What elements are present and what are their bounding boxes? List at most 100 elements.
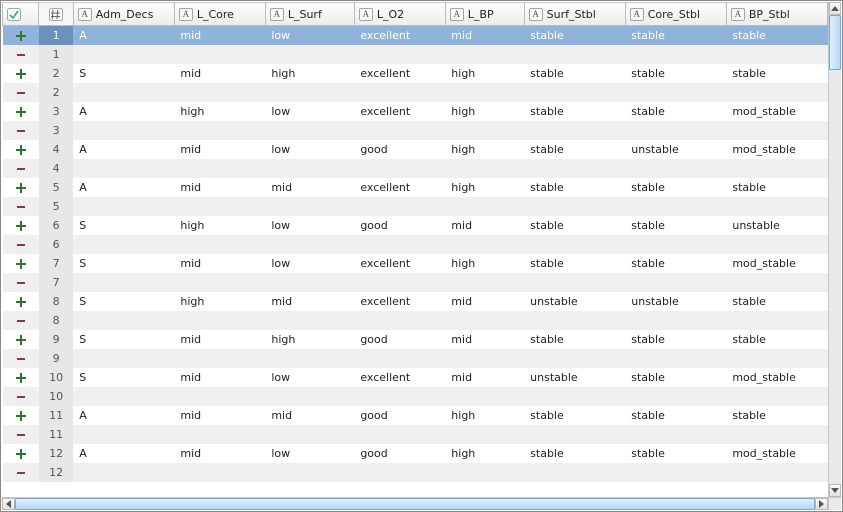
cell-Core_Stbl[interactable] <box>625 311 726 330</box>
cell-L_Surf[interactable] <box>265 311 354 330</box>
cell-L_BP[interactable]: mid <box>445 292 524 311</box>
cell-Surf_Stbl[interactable] <box>524 235 625 254</box>
cell-L_BP[interactable]: mid <box>445 368 524 387</box>
cell-L_Surf[interactable]: mid <box>265 292 354 311</box>
row-mark[interactable] <box>3 425 39 444</box>
cell-Adm_Decs[interactable] <box>73 311 174 330</box>
cell-Surf_Stbl[interactable] <box>524 463 625 482</box>
cell-Core_Stbl[interactable]: stable <box>625 26 726 45</box>
data-table[interactable]: AAdm_DecsAL_CoreAL_SurfAL_O2AL_BPASurf_S… <box>2 2 828 482</box>
cell-L_O2[interactable] <box>354 387 445 406</box>
cell-Surf_Stbl[interactable]: stable <box>524 254 625 273</box>
table-row[interactable]: 7Smidlowexcellenthighstablestablemod_sta… <box>3 254 828 273</box>
cell-BP_Stbl[interactable] <box>726 425 827 444</box>
cell-Adm_Decs[interactable]: S <box>73 368 174 387</box>
table-row[interactable]: 9Smidhighgoodmidstablestablestable <box>3 330 828 349</box>
cell-L_BP[interactable]: high <box>445 178 524 197</box>
cell-L_Core[interactable]: mid <box>174 140 265 159</box>
cell-L_Surf[interactable] <box>265 463 354 482</box>
cell-Adm_Decs[interactable]: A <box>73 444 174 463</box>
table-row[interactable]: 11 <box>3 425 828 444</box>
scroll-right-button[interactable] <box>815 498 828 510</box>
cell-Core_Stbl[interactable] <box>625 235 726 254</box>
cell-L_Surf[interactable]: high <box>265 330 354 349</box>
cell-L_Core[interactable]: mid <box>174 330 265 349</box>
cell-Surf_Stbl[interactable]: unstable <box>524 368 625 387</box>
cell-BP_Stbl[interactable]: stable <box>726 330 827 349</box>
cell-Surf_Stbl[interactable]: stable <box>524 26 625 45</box>
cell-BP_Stbl[interactable] <box>726 83 827 102</box>
cell-L_Surf[interactable]: low <box>265 102 354 121</box>
cell-Core_Stbl[interactable]: unstable <box>625 292 726 311</box>
cell-Adm_Decs[interactable] <box>73 45 174 64</box>
cell-Core_Stbl[interactable] <box>625 463 726 482</box>
table-row[interactable]: 2Smidhighexcellenthighstablestablestable <box>3 64 828 83</box>
cell-L_O2[interactable] <box>354 463 445 482</box>
cell-L_Core[interactable] <box>174 197 265 216</box>
cell-L_O2[interactable]: excellent <box>354 178 445 197</box>
table-row[interactable]: 5Amidmidexcellenthighstablestablestable <box>3 178 828 197</box>
row-mark[interactable] <box>3 140 39 159</box>
cell-BP_Stbl[interactable]: mod_stable <box>726 368 827 387</box>
cell-Adm_Decs[interactable] <box>73 235 174 254</box>
cell-Adm_Decs[interactable]: S <box>73 254 174 273</box>
cell-Core_Stbl[interactable] <box>625 387 726 406</box>
table-row[interactable]: 7 <box>3 273 828 292</box>
cell-L_Surf[interactable]: low <box>265 26 354 45</box>
row-mark[interactable] <box>3 121 39 140</box>
cell-L_Core[interactable] <box>174 83 265 102</box>
cell-L_Core[interactable]: mid <box>174 64 265 83</box>
cell-Surf_Stbl[interactable] <box>524 45 625 64</box>
row-mark[interactable] <box>3 45 39 64</box>
row-mark[interactable] <box>3 311 39 330</box>
cell-L_Surf[interactable] <box>265 387 354 406</box>
table-row[interactable]: 1Amidlowexcellentmidstablestablestable <box>3 26 828 45</box>
cell-Adm_Decs[interactable]: S <box>73 330 174 349</box>
vscroll-track[interactable] <box>829 15 841 484</box>
cell-L_O2[interactable]: good <box>354 406 445 425</box>
row-mark[interactable] <box>3 349 39 368</box>
cell-BP_Stbl[interactable] <box>726 463 827 482</box>
cell-L_BP[interactable] <box>445 197 524 216</box>
row-mark[interactable] <box>3 178 39 197</box>
cell-L_O2[interactable]: good <box>354 216 445 235</box>
cell-BP_Stbl[interactable]: mod_stable <box>726 444 827 463</box>
table-row[interactable]: 10 <box>3 387 828 406</box>
header-BP_Stbl[interactable]: ABP_Stbl <box>726 3 827 26</box>
cell-L_BP[interactable] <box>445 425 524 444</box>
vertical-scrollbar[interactable] <box>828 2 841 497</box>
cell-L_O2[interactable] <box>354 425 445 444</box>
cell-BP_Stbl[interactable] <box>726 273 827 292</box>
cell-L_O2[interactable]: excellent <box>354 292 445 311</box>
cell-L_O2[interactable] <box>354 311 445 330</box>
cell-BP_Stbl[interactable]: stable <box>726 64 827 83</box>
cell-L_O2[interactable] <box>354 235 445 254</box>
cell-Surf_Stbl[interactable] <box>524 273 625 292</box>
cell-L_Surf[interactable]: low <box>265 140 354 159</box>
cell-Adm_Decs[interactable] <box>73 463 174 482</box>
cell-Adm_Decs[interactable] <box>73 273 174 292</box>
cell-L_Surf[interactable]: mid <box>265 406 354 425</box>
table-row[interactable]: 4Amidlowgoodhighstableunstablemod_stable <box>3 140 828 159</box>
cell-L_Core[interactable] <box>174 463 265 482</box>
header-Surf_Stbl[interactable]: ASurf_Stbl <box>524 3 625 26</box>
cell-L_Surf[interactable]: high <box>265 64 354 83</box>
cell-L_Surf[interactable] <box>265 121 354 140</box>
cell-L_O2[interactable] <box>354 83 445 102</box>
cell-L_BP[interactable]: high <box>445 102 524 121</box>
row-mark[interactable] <box>3 254 39 273</box>
cell-Surf_Stbl[interactable] <box>524 197 625 216</box>
cell-Surf_Stbl[interactable] <box>524 387 625 406</box>
row-mark[interactable] <box>3 216 39 235</box>
scroll-up-button[interactable] <box>829 2 841 15</box>
cell-Surf_Stbl[interactable]: stable <box>524 330 625 349</box>
cell-L_Core[interactable] <box>174 235 265 254</box>
cell-L_O2[interactable] <box>354 349 445 368</box>
header-L_BP[interactable]: AL_BP <box>445 3 524 26</box>
cell-L_Surf[interactable] <box>265 197 354 216</box>
cell-BP_Stbl[interactable]: unstable <box>726 216 827 235</box>
cell-L_Core[interactable] <box>174 121 265 140</box>
cell-L_BP[interactable]: high <box>445 444 524 463</box>
cell-Surf_Stbl[interactable]: stable <box>524 444 625 463</box>
hscroll-track[interactable] <box>15 498 815 510</box>
